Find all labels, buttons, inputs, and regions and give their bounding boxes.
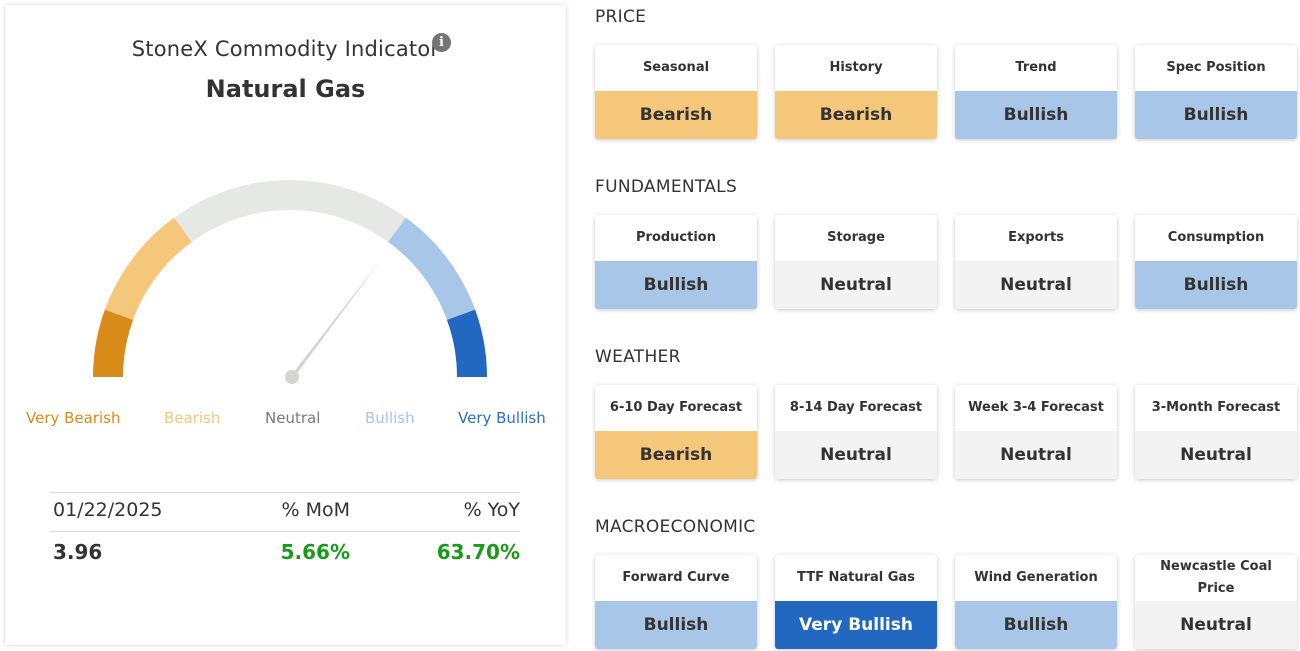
factor-tile-history[interactable]: History Bearish — [775, 45, 937, 139]
factor-signal: Neutral — [775, 431, 937, 479]
factor-tile-3-month-forecast[interactable]: 3-Month Forecast Neutral — [1135, 385, 1297, 479]
gauge-segment-neutral — [174, 180, 406, 243]
factor-signal: Bullish — [595, 601, 757, 649]
stats-yoy-value: 63.70% — [436, 540, 520, 564]
gauge-segment-bullish — [387, 217, 476, 321]
factor-tile-forward-curve[interactable]: Forward Curve Bullish — [595, 555, 757, 649]
factor-tile-storage[interactable]: Storage Neutral — [775, 215, 937, 309]
factor-signal: Neutral — [955, 431, 1117, 479]
factor-tile-6-10-day-forecast[interactable]: 6-10 Day Forecast Bearish — [595, 385, 757, 479]
factor-signal: Neutral — [1135, 601, 1297, 649]
factor-signal: Neutral — [955, 261, 1117, 309]
factor-signal: Bullish — [955, 91, 1117, 139]
section-title-price: PRICE — [595, 7, 647, 27]
gauge-needle-hub — [285, 370, 299, 384]
factor-label: Trend — [1015, 60, 1057, 75]
factor-signal: Bearish — [595, 91, 757, 139]
factor-signal: Bullish — [955, 601, 1117, 649]
stats-price: 3.96 — [53, 540, 103, 564]
factor-tile-ttf-natural-gas[interactable]: TTF Natural Gas Very Bullish — [775, 555, 937, 649]
factor-label: Exports — [1008, 230, 1064, 245]
sentiment-gauge — [93, 180, 487, 384]
factor-signal: Bearish — [595, 431, 757, 479]
factor-signal: Neutral — [775, 261, 937, 309]
section-title-weather: WEATHER — [595, 347, 681, 367]
factor-tile-production[interactable]: Production Bullish — [595, 215, 757, 309]
legend-very-bullish: Very Bullish — [458, 409, 546, 427]
legend-bearish: Bearish — [164, 409, 221, 427]
section-title-fundamentals: FUNDAMENTALS — [595, 177, 738, 197]
factor-label: Week 3-4 Forecast — [968, 400, 1104, 415]
factor-label: Production — [636, 230, 716, 245]
factor-tile-wind-generation[interactable]: Wind Generation Bullish — [955, 555, 1117, 649]
gauge-segment-very-bullish — [446, 309, 487, 378]
stats-mom-value: 5.66% — [280, 540, 350, 564]
factor-label: TTF Natural Gas — [797, 570, 915, 585]
factor-tile-trend[interactable]: Trend Bullish — [955, 45, 1117, 139]
commodity-name: Natural Gas — [205, 75, 366, 103]
factor-tile-consumption[interactable]: Consumption Bullish — [1135, 215, 1297, 309]
factor-label: Wind Generation — [974, 570, 1098, 585]
factor-label: Newcastle Coal Price — [1160, 559, 1272, 596]
stats-mom-label: % MoM — [281, 499, 350, 521]
factor-signal: Bullish — [595, 261, 757, 309]
stats-header-row: 01/22/2025 % MoM % YoY — [50, 492, 520, 532]
legend-neutral: Neutral — [265, 409, 321, 427]
stats-yoy-label: % YoY — [463, 499, 520, 521]
factor-label: 3-Month Forecast — [1151, 400, 1281, 415]
gauge-needle — [286, 258, 382, 382]
factor-label: 8-14 Day Forecast — [789, 400, 923, 415]
factor-label: Consumption — [1167, 230, 1265, 245]
indicator-card: StoneX Commodity Indicator i Natural Gas… — [5, 5, 566, 645]
factor-label: 6-10 Day Forecast — [609, 400, 743, 415]
factor-signal: Neutral — [1135, 431, 1297, 479]
gauge-segment-bearish — [104, 217, 193, 321]
factor-label: Storage — [827, 230, 885, 245]
section-title-macroeconomic: MACROECONOMIC — [595, 517, 756, 537]
factor-tile-week-3-4-forecast[interactable]: Week 3-4 Forecast Neutral — [955, 385, 1117, 479]
indicator-title: StoneX Commodity Indicator — [131, 37, 440, 61]
gauge-segment-very-bearish — [93, 309, 134, 378]
stats-values-row: 3.96 5.66% 63.70% — [50, 532, 520, 570]
factor-label: History — [829, 60, 883, 75]
factor-label: Forward Curve — [622, 570, 730, 585]
factor-tile-seasonal[interactable]: Seasonal Bearish — [595, 45, 757, 139]
info-icon[interactable]: i — [432, 33, 451, 52]
factor-signal: Bullish — [1135, 91, 1297, 139]
stats-date: 01/22/2025 — [53, 499, 163, 521]
factor-tile-spec-position[interactable]: Spec Position Bullish — [1135, 45, 1297, 139]
factor-label: Spec Position — [1166, 60, 1266, 75]
legend-bullish: Bullish — [365, 409, 415, 427]
factor-label: Seasonal — [642, 60, 710, 75]
factor-signal: Very Bullish — [775, 601, 937, 649]
factor-signal: Bullish — [1135, 261, 1297, 309]
legend-very-bearish: Very Bearish — [26, 409, 121, 427]
factor-tile-exports[interactable]: Exports Neutral — [955, 215, 1117, 309]
factor-signal: Bearish — [775, 91, 937, 139]
factor-tile-newcastle-coal-price[interactable]: Newcastle Coal Price Neutral — [1135, 555, 1297, 649]
factor-tile-8-14-day-forecast[interactable]: 8-14 Day Forecast Neutral — [775, 385, 937, 479]
price-stats-table: 01/22/2025 % MoM % YoY 3.96 5.66% 63.70% — [50, 492, 520, 570]
